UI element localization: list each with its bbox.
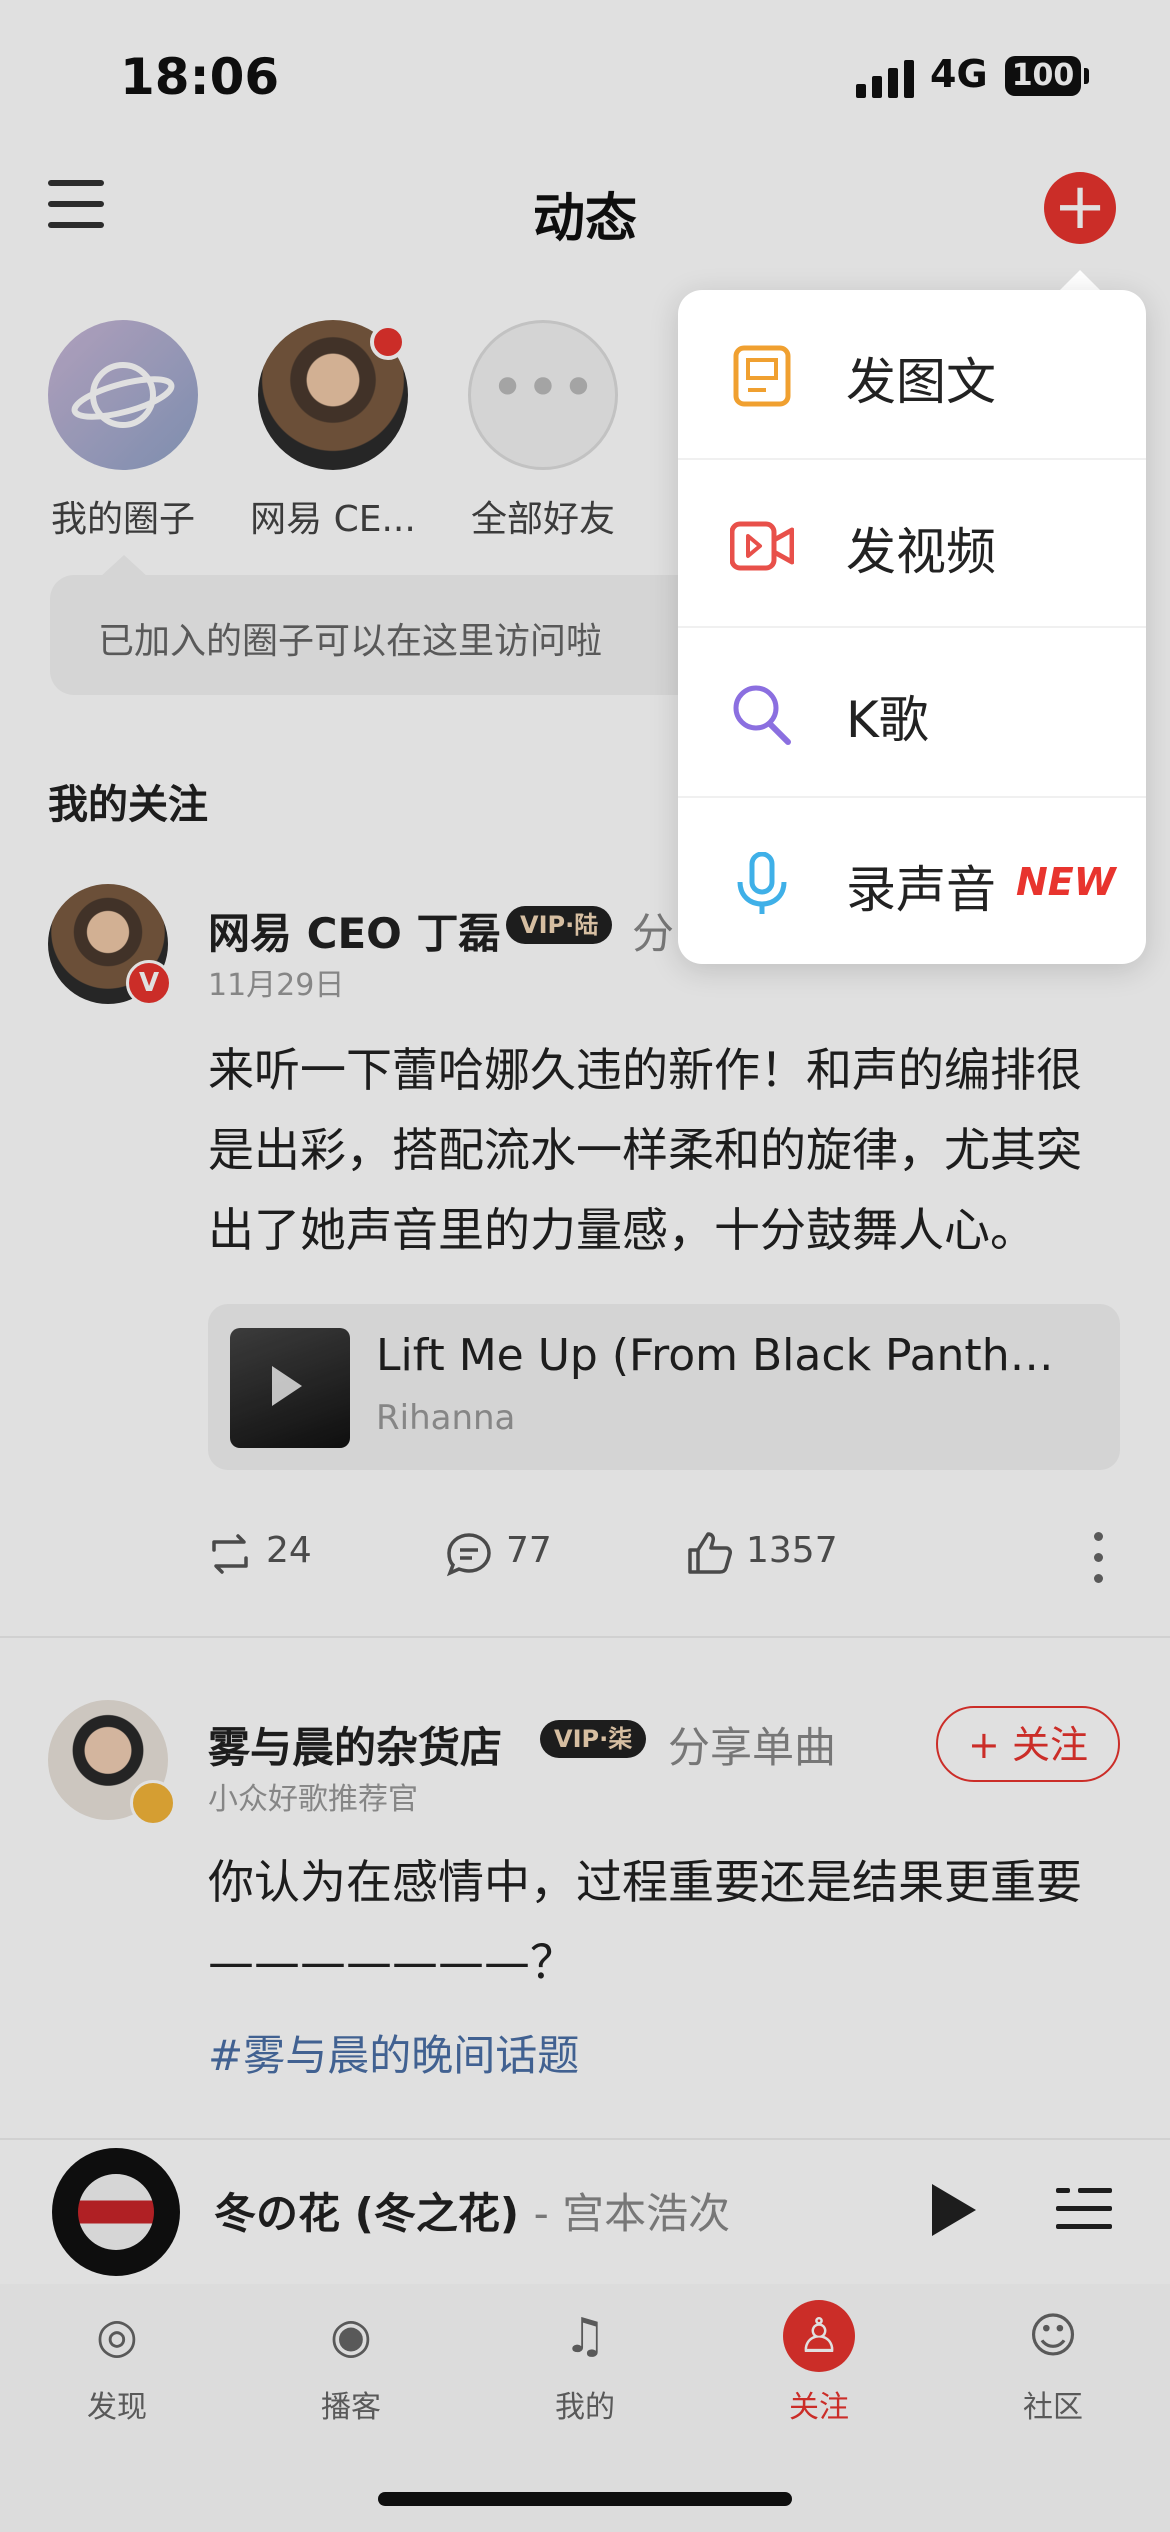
menu-item-record-voice[interactable]: 录声音 NEW <box>678 798 1146 966</box>
new-badge: NEW <box>1016 860 1116 904</box>
menu-item-label: 发视频 <box>846 523 996 581</box>
menu-item-label: 录声音 <box>846 861 996 919</box>
image-text-icon <box>733 345 791 407</box>
menu-item-label: K歌 <box>846 691 929 749</box>
menu-item-karaoke[interactable]: K歌 <box>678 628 1146 796</box>
popup-arrow <box>1058 270 1102 292</box>
menu-item-image-text[interactable]: 发图文 <box>678 290 1146 458</box>
menu-item-label: 发图文 <box>846 353 996 411</box>
microphone-icon <box>737 852 787 914</box>
karaoke-mic-icon <box>733 685 791 745</box>
menu-item-video[interactable]: 发视频 <box>678 460 1146 628</box>
video-icon <box>730 521 794 571</box>
